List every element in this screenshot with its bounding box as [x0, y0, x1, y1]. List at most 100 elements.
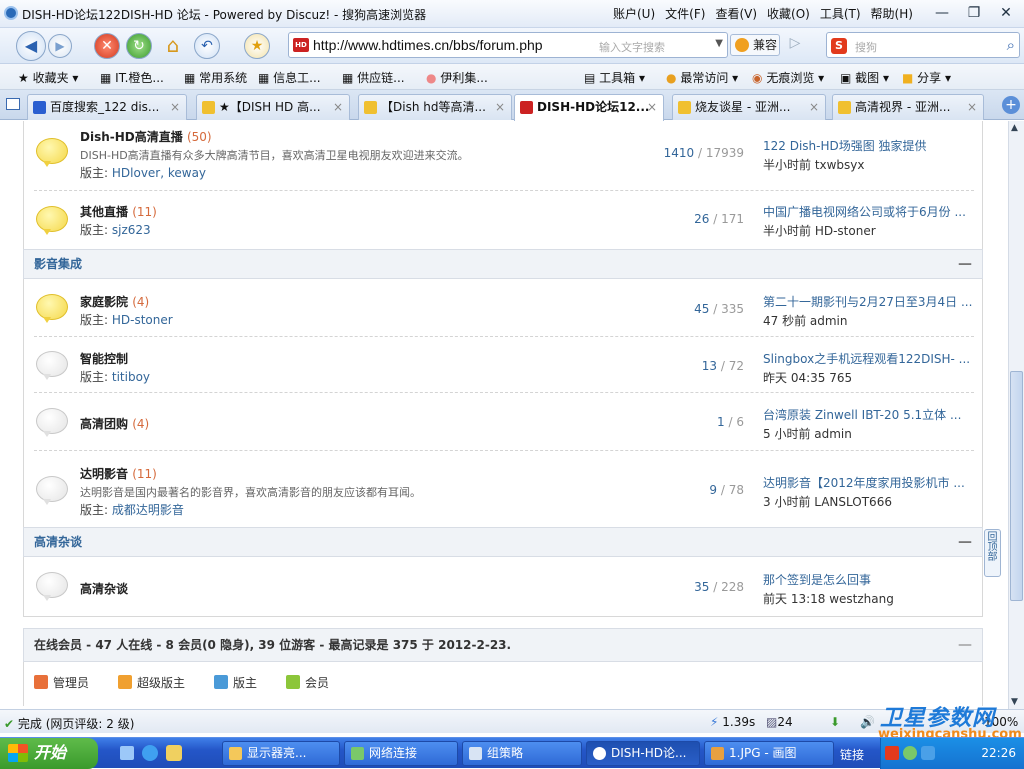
last-post-title-link[interactable]: 那个签到是怎么回事: [763, 571, 973, 588]
online-members-bar[interactable]: 在线会员 - 47 人在线 - 8 会员(0 隐身), 39 位游客 - 最高记…: [23, 628, 983, 662]
collapse-icon[interactable]: —: [958, 629, 972, 661]
quick-launch-app-icon[interactable]: [166, 745, 182, 761]
scroll-up-arrow-icon[interactable]: ▲: [1011, 123, 1018, 133]
tab-dish-hd-high[interactable]: ★【DISH HD 高... ×: [196, 94, 350, 120]
back-to-top-button[interactable]: 回顶部: [984, 529, 1001, 577]
task-display-brightness[interactable]: 显示器亮...: [222, 741, 340, 766]
private-browsing-menu[interactable]: ◉ 无痕浏览 ▾: [752, 69, 824, 86]
quick-launch-show-desktop-icon[interactable]: [120, 746, 134, 760]
task-browser[interactable]: DISH-HD论...: [586, 741, 700, 766]
tab-close-icon[interactable]: ×: [647, 95, 657, 119]
last-post-title-link[interactable]: 达明影音【2012年度家用投影机市 ...: [763, 474, 973, 491]
moderator-link[interactable]: sjz623: [112, 223, 151, 237]
task-group-policy[interactable]: 组策略: [462, 741, 582, 766]
tray-network-icon[interactable]: [903, 746, 917, 760]
most-visited-menu[interactable]: ● 最常访问 ▾: [666, 69, 738, 86]
forum-name-link[interactable]: 高清团购 (4): [80, 415, 149, 432]
taskbar-links[interactable]: 链接: [840, 746, 864, 763]
forum-row[interactable]: 其他直播 (11) 版主: sjz623 26 / 171 中国广播电视网络公司…: [34, 191, 974, 247]
favorite-star-button[interactable]: ★: [244, 33, 270, 59]
menu-tools[interactable]: 工具(T): [815, 5, 866, 22]
task-paint[interactable]: 1.JPG - 画图: [704, 741, 834, 766]
forum-name-link[interactable]: 达明影音 (11): [80, 465, 157, 482]
sidebar-toggle-icon[interactable]: [6, 98, 20, 110]
moderator-link[interactable]: titiboy: [112, 370, 150, 384]
menu-help[interactable]: 帮助(H): [866, 5, 918, 22]
forward-button[interactable]: ▶: [48, 34, 72, 58]
forum-name-link[interactable]: 其他直播 (11): [80, 203, 157, 220]
menu-file[interactable]: 文件(F): [660, 5, 710, 22]
compat-mode-button[interactable]: 兼容: [730, 34, 780, 56]
go-button[interactable]: ▷: [784, 35, 806, 55]
tab-baidu[interactable]: 百度搜索_122 dis... ×: [27, 94, 187, 120]
refresh-button[interactable]: ↻: [126, 33, 152, 59]
tab-close-icon[interactable]: ×: [809, 95, 819, 119]
new-tab-button[interactable]: +: [1002, 96, 1020, 114]
favorites-menu[interactable]: ★ 收藏夹 ▾: [18, 69, 78, 86]
forum-row[interactable]: 达明影音 (11) 达明影音是国内最著名的影音界，喜欢高清影音的朋友应该都有耳闻…: [34, 451, 974, 527]
close-window-button[interactable]: ✕: [990, 2, 1022, 24]
menu-account[interactable]: 账户(U): [608, 5, 660, 22]
fav-item[interactable]: ▦ 信息工...: [258, 69, 321, 86]
forum-row[interactable]: 高清杂谈 35 / 228 那个签到是怎么回事 前天 13:18 westzha…: [34, 557, 974, 615]
address-url[interactable]: http://www.hdtimes.cn/bbs/forum.php: [313, 37, 543, 53]
last-post-title-link[interactable]: 第二十一期影刊与2月27日至3月4日 ...: [763, 293, 973, 310]
category-header-video[interactable]: 影音集成 —: [23, 249, 983, 279]
task-network[interactable]: 网络连接: [344, 741, 458, 766]
tray-app-icon[interactable]: [921, 746, 935, 760]
tab-shaoyou[interactable]: 烧友谈星 - 亚洲... ×: [672, 94, 826, 120]
undo-button[interactable]: ↶: [194, 33, 220, 59]
start-button[interactable]: 开始: [0, 738, 98, 769]
tray-sogou-icon[interactable]: [885, 746, 899, 760]
moderator-link[interactable]: 成都达明影音: [112, 503, 184, 517]
forum-row[interactable]: Dish-HD高清直播 (50) DISH-HD高清直播有众多大牌高清节目，喜欢…: [34, 121, 974, 191]
vertical-scrollbar[interactable]: ▲ ▼: [1008, 121, 1024, 709]
last-post-title-link[interactable]: Slingbox之手机远程观看122DISH- ...: [763, 350, 973, 367]
tab-gaoqing[interactable]: 高清视界 - 亚洲... ×: [832, 94, 984, 120]
forum-name-link[interactable]: Dish-HD高清直播 (50): [80, 128, 212, 145]
last-post-title-link[interactable]: 中国广播电视网络公司或将于6月份 ...: [763, 203, 973, 220]
dropdown-chevron-icon[interactable]: ▼: [715, 38, 723, 49]
collapse-icon[interactable]: —: [958, 528, 972, 556]
fav-item[interactable]: ● 伊利集...: [426, 69, 488, 86]
tab-close-icon[interactable]: ×: [495, 95, 505, 119]
tab-close-icon[interactable]: ×: [333, 95, 343, 119]
system-clock[interactable]: 22:26: [981, 746, 1016, 760]
home-button[interactable]: ⌂: [160, 33, 186, 59]
search-icon[interactable]: ⌕: [1007, 36, 1015, 54]
menu-view[interactable]: 查看(V): [710, 5, 762, 22]
category-title[interactable]: 影音集成: [34, 257, 82, 271]
fav-item[interactable]: ▦ 常用系统: [184, 69, 247, 86]
last-post-title-link[interactable]: 台湾原装 Zinwell IBT-20 5.1立体 ...: [763, 406, 973, 423]
tab-dish-hd-etc[interactable]: 【Dish hd等高清... ×: [358, 94, 512, 120]
collapse-icon[interactable]: —: [958, 250, 972, 278]
forum-name-link[interactable]: 智能控制: [80, 350, 128, 367]
category-title[interactable]: 高清杂谈: [34, 535, 82, 549]
moderator-link[interactable]: HDlover, keway: [112, 166, 206, 180]
minimize-button[interactable]: —: [926, 2, 958, 24]
back-button[interactable]: ◀: [16, 31, 46, 61]
scrollbar-thumb[interactable]: [1010, 371, 1023, 601]
tab-dish-hd-forum[interactable]: DISH-HD论坛12... ×: [514, 94, 664, 121]
forum-name-link[interactable]: 家庭影院 (4): [80, 293, 149, 310]
forum-row[interactable]: 智能控制 版主: titiboy 13 / 72 Slingbox之手机远程观看…: [34, 337, 974, 393]
forum-row[interactable]: 家庭影院 (4) 版主: HD-stoner 45 / 335 第二十一期影刊与…: [34, 279, 974, 337]
forum-name-link[interactable]: 高清杂谈: [80, 580, 128, 597]
moderator-link[interactable]: HD-stoner: [112, 313, 173, 327]
share-menu[interactable]: ■ 分享 ▾: [902, 69, 951, 86]
tab-close-icon[interactable]: ×: [967, 95, 977, 119]
menu-favorites[interactable]: 收藏(O): [762, 5, 815, 22]
fav-item[interactable]: ▦ 供应链...: [342, 69, 405, 86]
maximize-button[interactable]: ❐: [958, 2, 990, 24]
last-post-title-link[interactable]: 122 Dish-HD场强图 独家提供: [763, 137, 973, 154]
tab-close-icon[interactable]: ×: [170, 95, 180, 119]
address-bar[interactable]: HD http://www.hdtimes.cn/bbs/forum.php 输…: [288, 32, 728, 58]
volume-icon[interactable]: 🔊: [860, 715, 875, 729]
screenshot-menu[interactable]: ▣ 截图 ▾: [840, 69, 889, 86]
toolbox-menu[interactable]: ▤ 工具箱 ▾: [584, 69, 645, 86]
forum-row[interactable]: 高清团购 (4) 1 / 6 台湾原装 Zinwell IBT-20 5.1立体…: [34, 393, 974, 451]
fav-item[interactable]: ▦ IT.橙色...: [100, 69, 164, 86]
download-icon[interactable]: ⬇: [830, 715, 840, 729]
stop-button[interactable]: ✕: [94, 33, 120, 59]
quick-launch-ie-icon[interactable]: [142, 745, 158, 761]
